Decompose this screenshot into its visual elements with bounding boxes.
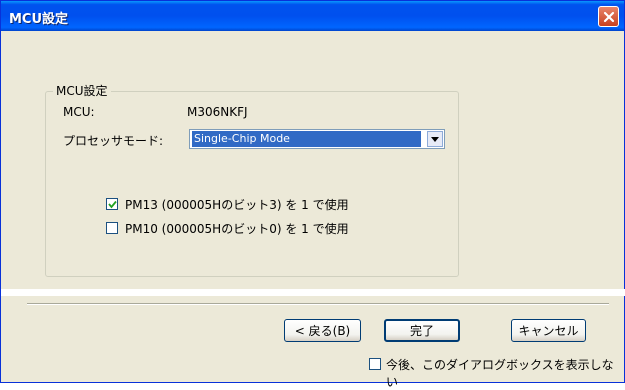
back-button[interactable]: < 戻る(B) xyxy=(284,319,361,342)
separator-strip xyxy=(1,289,625,296)
finish-button[interactable]: 完了 xyxy=(384,319,460,342)
pm13-checkbox[interactable] xyxy=(106,198,118,210)
pm10-label[interactable]: PM10 (000005Hのビット0) を 1 で使用 xyxy=(125,220,349,237)
title-bar[interactable]: MCU設定 xyxy=(1,1,624,31)
dropdown-arrow-button[interactable] xyxy=(427,131,443,147)
processor-mode-select[interactable]: Single-Chip Mode xyxy=(189,129,445,149)
close-icon xyxy=(603,11,614,22)
divider-line xyxy=(27,303,609,305)
chevron-down-icon xyxy=(431,136,439,142)
dialog-window: MCU設定 MCU設定 MCU: M306NKFJ プロセッサモード: Sing… xyxy=(0,0,625,389)
mcu-label: MCU: xyxy=(63,105,95,119)
processor-mode-label: プロセッサモード: xyxy=(63,134,164,148)
group-legend: MCU設定 xyxy=(53,82,111,99)
pm10-checkbox[interactable] xyxy=(106,222,118,234)
processor-mode-value: Single-Chip Mode xyxy=(192,131,421,147)
cancel-button[interactable]: キャンセル xyxy=(511,319,586,342)
close-button[interactable] xyxy=(598,6,619,27)
mcu-settings-group xyxy=(45,91,459,277)
window-title: MCU設定 xyxy=(9,12,69,27)
checkmark-icon xyxy=(108,200,117,209)
mcu-value: M306NKFJ xyxy=(187,105,248,119)
dont-show-label[interactable]: 今後、このダイアログボックスを表示しない xyxy=(386,356,624,390)
pm13-label[interactable]: PM13 (000005Hのビット3) を 1 で使用 xyxy=(125,196,349,213)
dont-show-checkbox[interactable] xyxy=(369,358,381,370)
